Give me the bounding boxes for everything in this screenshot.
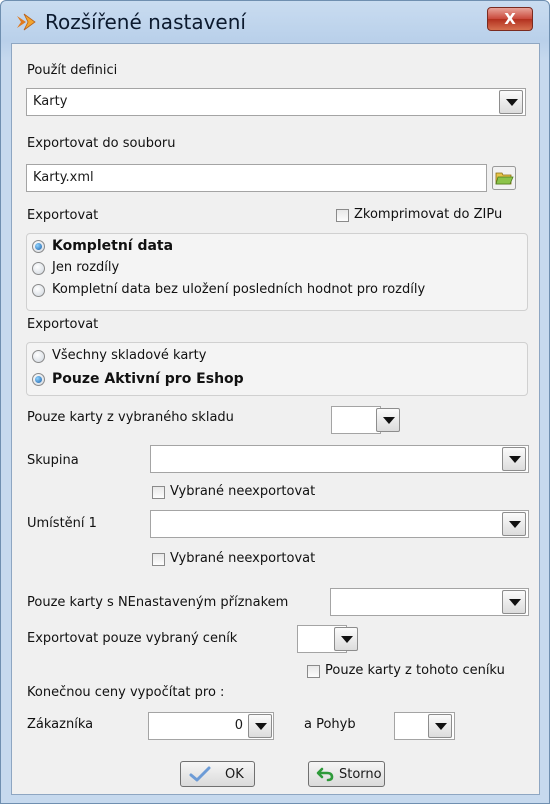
- customer-dropdown-button[interactable]: [248, 714, 272, 738]
- location-exclude-checkbox[interactable]: [152, 553, 165, 566]
- price-calc-label: Konečnou ceny vypočítat pro :: [27, 685, 225, 700]
- pricelist-label: Exportovat pouze vybraný ceník: [27, 631, 238, 646]
- export-file-label: Exportovat do souboru: [27, 136, 176, 151]
- dialog-window: Rozšířené nastavení X Použít definici Ka…: [0, 0, 550, 804]
- location-label: Umístění 1: [27, 516, 97, 531]
- export-scope-label: Exportovat: [27, 317, 99, 332]
- zip-checkbox[interactable]: [336, 209, 349, 222]
- warehouse-select[interactable]: [331, 406, 381, 434]
- close-icon: X: [504, 10, 516, 28]
- undo-arrow-icon: [316, 767, 334, 782]
- export-file-value: Karty.xml: [33, 170, 94, 185]
- radio-complete-no-save[interactable]: [32, 284, 45, 297]
- movement-dropdown-button[interactable]: [428, 714, 452, 738]
- pricelist-only-checkbox[interactable]: [307, 665, 320, 678]
- group-exclude-label: Vybrané neexportovat: [170, 484, 316, 499]
- radio-complete-data-label: Kompletní data: [52, 238, 174, 254]
- open-folder-icon[interactable]: [492, 166, 516, 190]
- ok-button-label: OK: [225, 767, 244, 782]
- checkmark-icon: [189, 766, 211, 782]
- group-select[interactable]: [150, 445, 529, 473]
- flag-select[interactable]: [330, 588, 529, 616]
- group-dropdown-button[interactable]: [502, 447, 526, 471]
- title-bar[interactable]: Rozšířené nastavení X: [1, 1, 549, 43]
- location-select[interactable]: [150, 510, 529, 538]
- movement-label: a Pohyb: [304, 717, 356, 732]
- export-file-input[interactable]: Karty.xml: [26, 164, 487, 192]
- definition-dropdown-button[interactable]: [499, 90, 523, 114]
- ok-button[interactable]: OK: [180, 761, 255, 787]
- zip-label: Zkomprimovat do ZIPu: [354, 207, 503, 222]
- customer-value: 0: [234, 718, 243, 733]
- pricelist-dropdown-button[interactable]: [334, 627, 358, 651]
- export-mode-label: Exportovat: [27, 208, 99, 223]
- group-exclude-checkbox[interactable]: [152, 486, 165, 499]
- definition-label: Použít definici: [27, 63, 118, 78]
- cancel-button[interactable]: Storno: [308, 761, 385, 787]
- warehouse-label: Pouze karty z vybraného skladu: [27, 410, 234, 425]
- location-exclude-label: Vybrané neexportovat: [170, 551, 316, 566]
- radio-differences-only[interactable]: [32, 262, 45, 275]
- flag-dropdown-button[interactable]: [502, 590, 526, 614]
- pricelist-only-label: Pouze karty z tohoto ceníku: [325, 663, 505, 678]
- radio-active-eshop[interactable]: [32, 373, 45, 386]
- location-dropdown-button[interactable]: [502, 512, 526, 536]
- radio-complete-no-save-label: Kompletní data bez uložení posledních ho…: [52, 282, 426, 297]
- close-button[interactable]: X: [487, 7, 533, 31]
- app-logo-icon: [17, 13, 36, 31]
- definition-value: Karty: [33, 94, 68, 109]
- cancel-button-label: Storno: [339, 767, 382, 782]
- group-label: Skupina: [27, 453, 79, 468]
- radio-active-eshop-label: Pouze Aktivní pro Eshop: [52, 371, 244, 387]
- radio-complete-data[interactable]: [32, 240, 45, 253]
- radio-differences-only-label: Jen rozdíly: [52, 260, 120, 275]
- customer-label: Zákazníka: [27, 717, 94, 732]
- radio-all-cards-label: Všechny skladové karty: [52, 348, 207, 363]
- window-title: Rozšířené nastavení: [45, 10, 246, 34]
- warehouse-dropdown-button[interactable]: [376, 408, 400, 432]
- dialog-content: Použít definici Karty Exportovat do soub…: [11, 43, 540, 795]
- definition-select[interactable]: Karty: [26, 88, 526, 116]
- flag-label: Pouze karty s NEnastaveným příznakem: [27, 595, 289, 610]
- radio-all-cards[interactable]: [32, 350, 45, 363]
